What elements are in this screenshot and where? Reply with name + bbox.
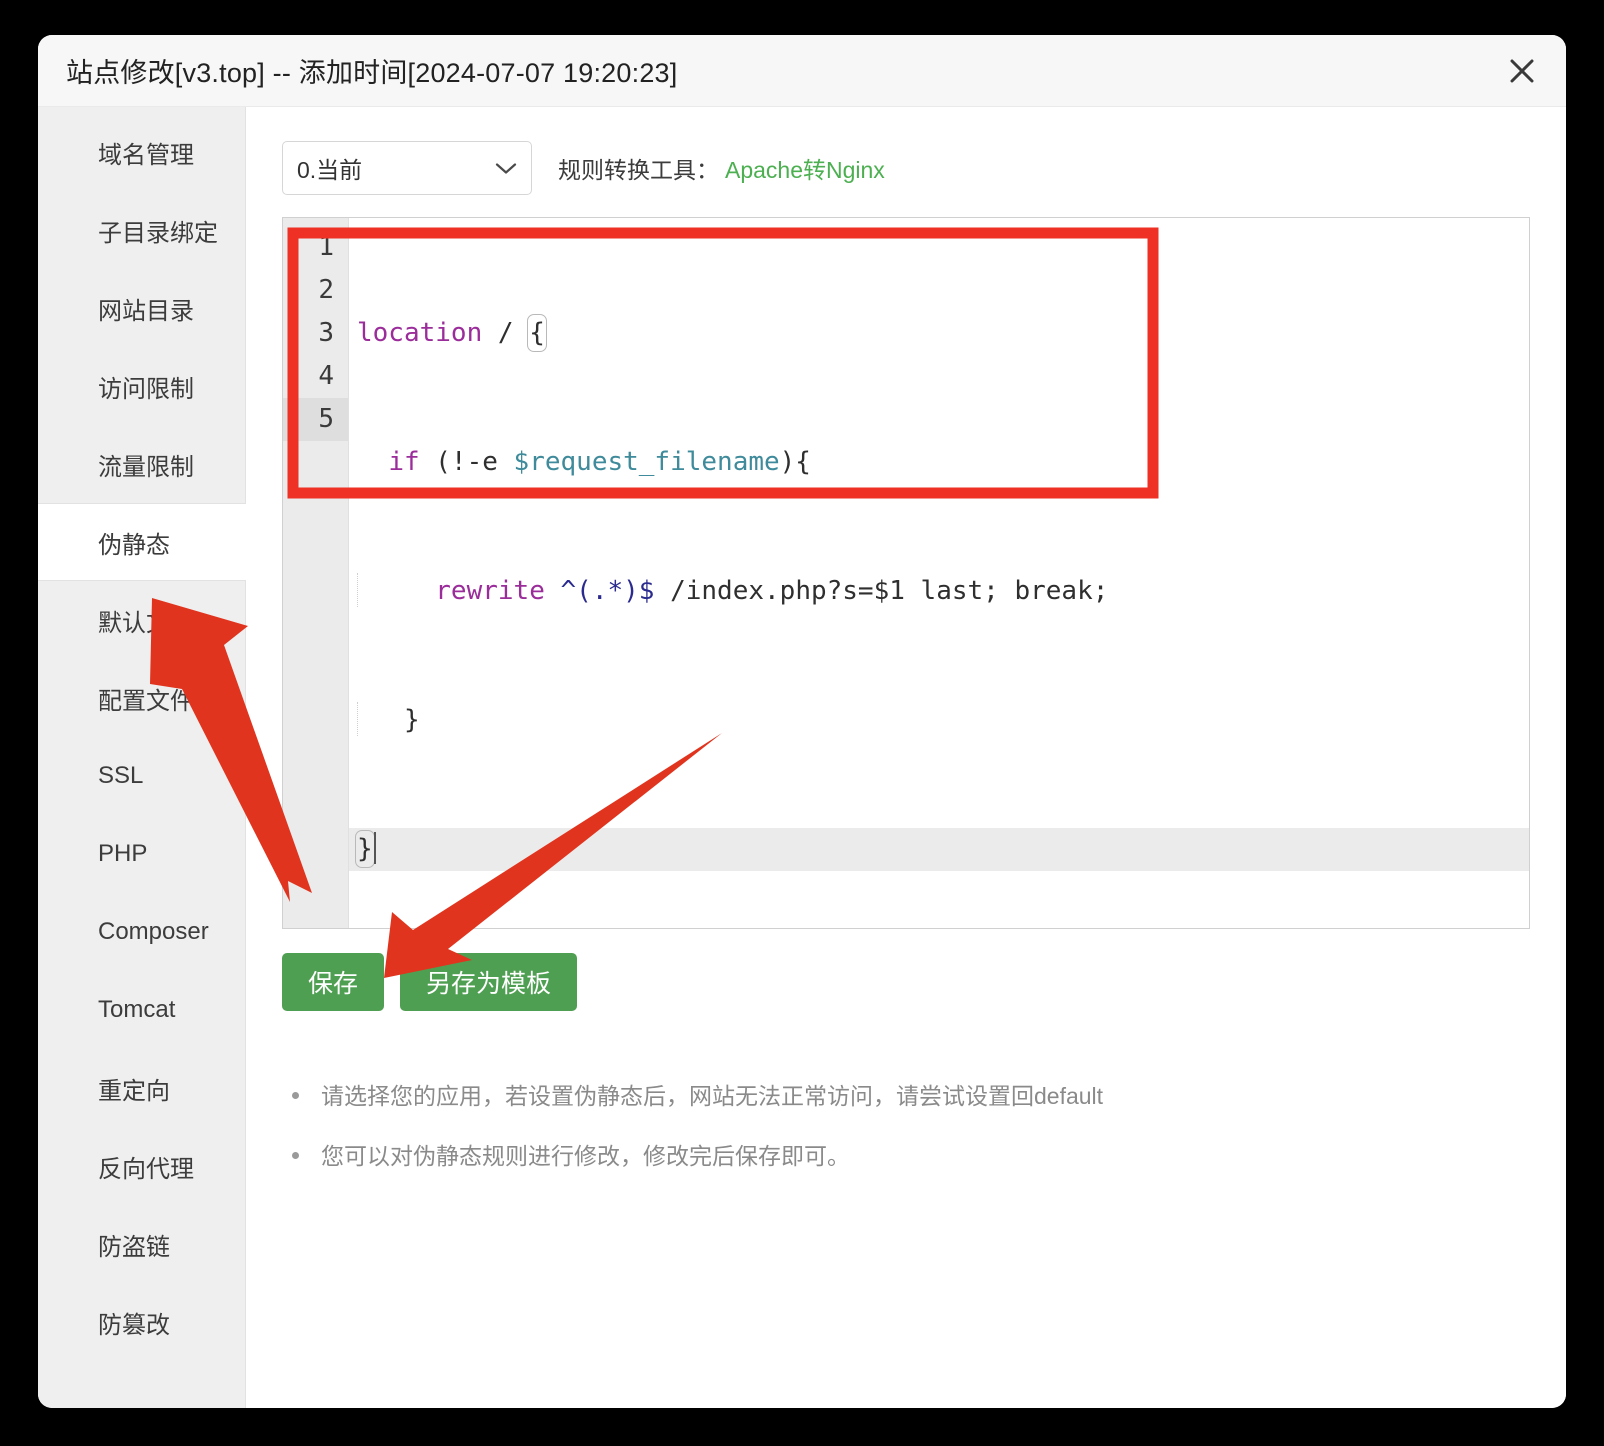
list-item: 请选择您的应用，若设置伪静态后，网站无法正常访问，请尝试设置回default: [282, 1079, 1530, 1113]
code-token-path: /: [482, 318, 530, 348]
line-number: 5: [283, 398, 348, 441]
bullet-icon: [292, 1152, 299, 1159]
text-caret: [373, 832, 376, 864]
rewrite-template-value: 0.当前: [297, 157, 363, 183]
rewrite-template-select[interactable]: 0.当前: [282, 141, 532, 195]
code-token-cond-close: ){: [779, 447, 811, 477]
code-token-keyword: location: [357, 318, 483, 348]
dialog-header: 站点修改[v3.top] -- 添加时间[2024-07-07 19:20:23…: [38, 35, 1566, 107]
indent-guide-icon: [357, 702, 358, 736]
sidebar-item-subdir[interactable]: 子目录绑定: [38, 191, 245, 269]
line-number: 2: [318, 275, 334, 305]
chevron-down-icon: [495, 155, 517, 182]
code-token-brace: }: [403, 705, 420, 735]
page-title: 站点修改[v3.top] -- 添加时间[2024-07-07 19:20:23…: [66, 58, 678, 88]
indent-guide-icon: [357, 573, 358, 607]
code-editor[interactable]: 1 2 3 4 5 location / { if (!-e $request_…: [282, 217, 1530, 929]
sidebar-item-php[interactable]: PHP: [38, 815, 245, 893]
code-line: if (!-e $request_filename){: [349, 441, 1529, 484]
dialog-body: 域名管理 子目录绑定 网站目录 访问限制 流量限制 伪静态 默认文档 配置文件 …: [38, 107, 1566, 1408]
convert-tool-label: 规则转换工具：: [558, 157, 719, 183]
code-token-keyword: if: [388, 447, 420, 477]
code-token-regex: ^(.*)$: [544, 576, 655, 606]
code-token-brace: }: [355, 830, 375, 868]
line-number: 3: [318, 318, 334, 348]
sidebar-item-reverse-proxy[interactable]: 反向代理: [38, 1127, 245, 1205]
sidebar-item-anti-tamper[interactable]: 防篡改: [38, 1283, 245, 1361]
code-line: }: [349, 828, 1529, 871]
toolbar: 0.当前 规则转换工具： Apache转Nginx: [282, 141, 1530, 195]
editor-content[interactable]: location / { if (!-e $request_filename){…: [349, 218, 1529, 928]
close-icon[interactable]: [1502, 51, 1542, 91]
site-edit-dialog: 站点修改[v3.top] -- 添加时间[2024-07-07 19:20:23…: [38, 35, 1566, 1408]
sidebar-item-anti-leech[interactable]: 防盗链: [38, 1205, 245, 1283]
code-line: rewrite ^(.*)$ /index.php?s=$1 last; bre…: [349, 570, 1529, 613]
sidebar-item-access-limit[interactable]: 访问限制: [38, 347, 245, 425]
line-number: 4: [318, 361, 334, 391]
apache-to-nginx-link[interactable]: Apache转Nginx: [725, 151, 885, 185]
save-button[interactable]: 保存: [282, 953, 385, 1011]
code-token-keyword: rewrite: [435, 576, 545, 606]
sidebar-item-redirect[interactable]: 重定向: [38, 1049, 245, 1127]
code-token-variable: $request_filename: [513, 447, 780, 477]
save-as-template-button[interactable]: 另存为模板: [400, 953, 578, 1011]
tip-text: 您可以对伪静态规则进行修改，修改完后保存即可。: [321, 1143, 850, 1169]
line-number: 1: [318, 232, 334, 262]
tips-list: 请选择您的应用，若设置伪静态后，网站无法正常访问，请尝试设置回default 您…: [282, 1079, 1530, 1173]
bullet-icon: [292, 1092, 299, 1099]
sidebar-item-tomcat[interactable]: Tomcat: [38, 971, 245, 1049]
list-item: 您可以对伪静态规则进行修改，修改完后保存即可。: [282, 1139, 1530, 1173]
sidebar-item-rewrite[interactable]: 伪静态: [38, 503, 246, 581]
code-line: }: [349, 699, 1529, 742]
code-line: location / {: [349, 312, 1529, 355]
sidebar-item-config-file[interactable]: 配置文件: [38, 659, 245, 737]
tip-text: 请选择您的应用，若设置伪静态后，网站无法正常访问，请尝试设置回default: [321, 1083, 1104, 1109]
sidebar-item-traffic-limit[interactable]: 流量限制: [38, 425, 245, 503]
sidebar-item-ssl[interactable]: SSL: [38, 737, 245, 815]
code-token-rest: /index.php?s=$1 last; break;: [654, 576, 1109, 606]
sidebar-item-composer[interactable]: Composer: [38, 893, 245, 971]
sidebar-item-domain[interactable]: 域名管理: [38, 113, 245, 191]
code-token-brace: {: [527, 314, 547, 352]
code-token-cond-open: (!-e: [419, 447, 514, 477]
main-panel: 0.当前 规则转换工具： Apache转Nginx 1 2 3 4 5 loca…: [246, 107, 1566, 1408]
button-row: 保存 另存为模板: [282, 953, 1530, 1011]
sidebar-item-webdir[interactable]: 网站目录: [38, 269, 245, 347]
sidebar: 域名管理 子目录绑定 网站目录 访问限制 流量限制 伪静态 默认文档 配置文件 …: [38, 107, 246, 1408]
sidebar-item-default-doc[interactable]: 默认文档: [38, 581, 245, 659]
editor-gutter: 1 2 3 4 5: [283, 218, 349, 928]
